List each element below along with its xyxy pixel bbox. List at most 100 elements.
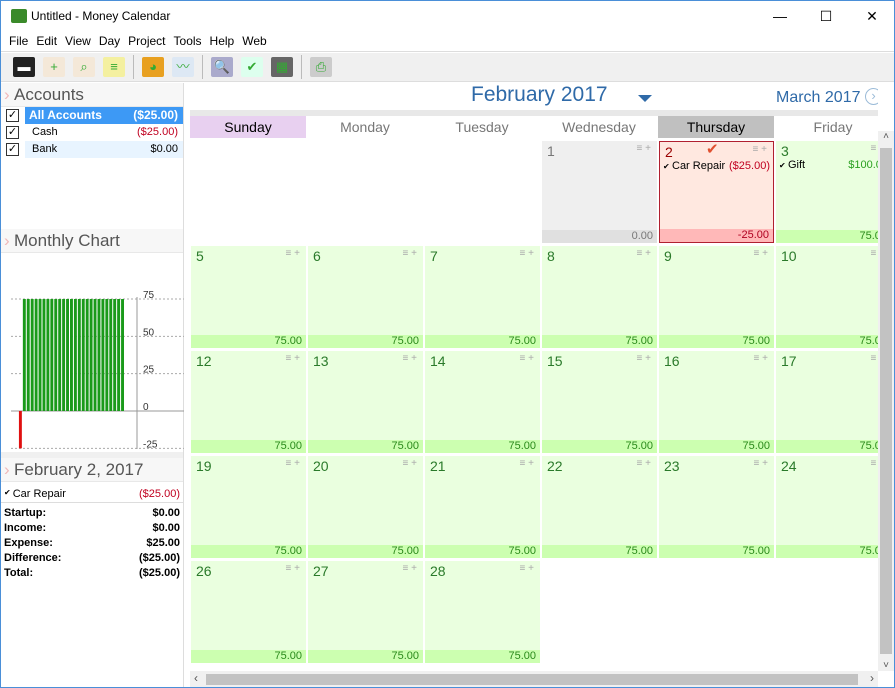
day-cell[interactable]: 7 ≡ +75.00 [425,246,540,348]
scroll-up-icon[interactable]: ˄ [878,131,894,142]
day-cell[interactable]: 24 ≡ + 75.00 [776,456,878,558]
add-icon[interactable]: + [294,353,300,364]
day-cell[interactable]: 16 ≡ +75.00 [659,351,774,453]
notes-icon[interactable]: ≡ [637,248,646,259]
scroll-right-icon[interactable]: › [870,671,874,685]
notes-icon[interactable]: ≡ [520,458,529,469]
notes-icon[interactable]: ≡ [754,458,763,469]
add-icon[interactable]: + [411,248,417,259]
next-month-link[interactable]: March 2017 [776,89,861,107]
menu-tools[interactable]: Tools [166,31,202,48]
notes-icon[interactable]: ≡ [286,563,295,574]
add-icon[interactable]: + [528,563,534,574]
notes-icon[interactable]: ≡ [520,563,529,574]
find-day-button[interactable]: ⌕ [71,55,97,79]
day-cell[interactable]: 28 ≡ +75.00 [425,561,540,663]
day-cell[interactable]: 14 ≡ +75.00 [425,351,540,453]
chevron-right-icon[interactable]: › [865,88,878,105]
notes-icon[interactable]: ≡ [403,458,412,469]
checklist-button[interactable]: ✔ [239,55,265,79]
menu-help[interactable]: Help [202,31,235,48]
menu-edit[interactable]: Edit [28,31,57,48]
month-dropdown-icon[interactable] [638,95,652,102]
line-chart-button[interactable]: 〰 [170,55,196,79]
notes-icon[interactable]: ≡ [403,353,412,364]
day-cell[interactable]: 2 ≡ + ✔ ✔ Car Repair ($25.00) -25.00 [659,141,774,243]
menu-web[interactable]: Web [234,31,266,48]
maximize-button[interactable]: ☐ [803,1,849,31]
notes-icon[interactable]: ≡ [520,353,529,364]
scroll-down-icon[interactable]: ˅ [878,660,894,671]
add-icon[interactable]: + [762,353,768,364]
notes-icon[interactable]: ≡ [871,248,878,259]
day-cell[interactable]: 19 ≡ +75.00 [191,456,306,558]
menu-file[interactable]: File [1,31,28,48]
day-cell[interactable]: 17 ≡ + 75.00 [776,351,878,453]
checkbox[interactable]: ✓ [6,109,19,122]
close-button[interactable]: ✕ [849,1,895,31]
add-icon[interactable]: + [645,143,651,154]
notes-icon[interactable]: ≡ [403,563,412,574]
notes-icon[interactable]: ≡ [286,353,295,364]
day-cell[interactable]: 13 ≡ +75.00 [308,351,423,453]
notes-button[interactable]: ≡ [101,55,127,79]
day-cell[interactable]: 22 ≡ +75.00 [542,456,657,558]
add-icon[interactable]: + [294,563,300,574]
search-button[interactable]: 🔍 [209,55,235,79]
notes-icon[interactable]: ≡ [403,248,412,259]
minimize-button[interactable]: — [757,1,803,31]
horizontal-scroll-thumb[interactable] [206,674,858,685]
add-icon[interactable]: + [528,248,534,259]
notes-icon[interactable]: ≡ [753,144,762,155]
day-cell[interactable]: 26 ≡ +75.00 [191,561,306,663]
notes-icon[interactable]: ≡ [754,353,763,364]
notes-icon[interactable]: ≡ [754,248,763,259]
day-cell[interactable]: 20 ≡ +75.00 [308,456,423,558]
day-cell[interactable]: 3 ≡ + ✔Gift$100.00 75.00 [776,141,878,243]
account-row[interactable]: ✓ Bank $0.00 [1,141,183,158]
checkbox[interactable]: ✓ [6,143,19,156]
notes-icon[interactable]: ≡ [286,458,295,469]
day-cell[interactable]: 15 ≡ +75.00 [542,351,657,453]
day-cell[interactable]: 5 ≡ +75.00 [191,246,306,348]
day-cell[interactable]: 6 ≡ +75.00 [308,246,423,348]
day-cell[interactable]: 27 ≡ +75.00 [308,561,423,663]
notes-icon[interactable]: ≡ [637,458,646,469]
add-icon[interactable]: + [294,458,300,469]
add-icon[interactable]: + [762,248,768,259]
notes-icon[interactable]: ≡ [871,458,878,469]
event-item[interactable]: ✔Gift$100.00 [779,159,878,171]
add-icon[interactable]: + [411,458,417,469]
add-icon[interactable]: + [761,144,767,155]
notes-icon[interactable]: ≡ [871,143,878,154]
event-item[interactable]: ✔ Car Repair ($25.00) [663,160,770,172]
day-cell[interactable]: 8 ≡ +75.00 [542,246,657,348]
add-icon[interactable]: + [645,353,651,364]
add-icon[interactable]: + [762,458,768,469]
checkbox[interactable]: ✓ [6,126,19,139]
menu-day[interactable]: Day [91,31,120,48]
day-cell[interactable]: 1 ≡ +0.00 [542,141,657,243]
day-cell[interactable]: 21 ≡ +75.00 [425,456,540,558]
menu-view[interactable]: View [57,31,91,48]
day-cell[interactable]: 23 ≡ +75.00 [659,456,774,558]
day-cell[interactable]: 12 ≡ +75.00 [191,351,306,453]
notes-icon[interactable]: ≡ [286,248,295,259]
add-day-button[interactable]: + [41,55,67,79]
add-icon[interactable]: + [528,458,534,469]
menu-project[interactable]: Project [120,31,165,48]
notes-icon[interactable]: ≡ [520,248,529,259]
notes-icon[interactable]: ≡ [637,143,646,154]
print-button[interactable]: ⎙ [308,55,334,79]
save-button[interactable]: ▬ [11,55,37,79]
account-row[interactable]: ✓ All Accounts ($25.00) [1,107,183,124]
add-icon[interactable]: + [645,248,651,259]
vertical-scroll-thumb[interactable] [880,148,892,654]
calculator-button[interactable]: ▦ [269,55,295,79]
add-icon[interactable]: + [528,353,534,364]
add-icon[interactable]: + [411,353,417,364]
day-cell[interactable]: 9 ≡ +75.00 [659,246,774,348]
pie-chart-button[interactable]: ◕ [140,55,166,79]
day-cell[interactable]: 10 ≡ + 75.00 [776,246,878,348]
add-icon[interactable]: + [294,248,300,259]
